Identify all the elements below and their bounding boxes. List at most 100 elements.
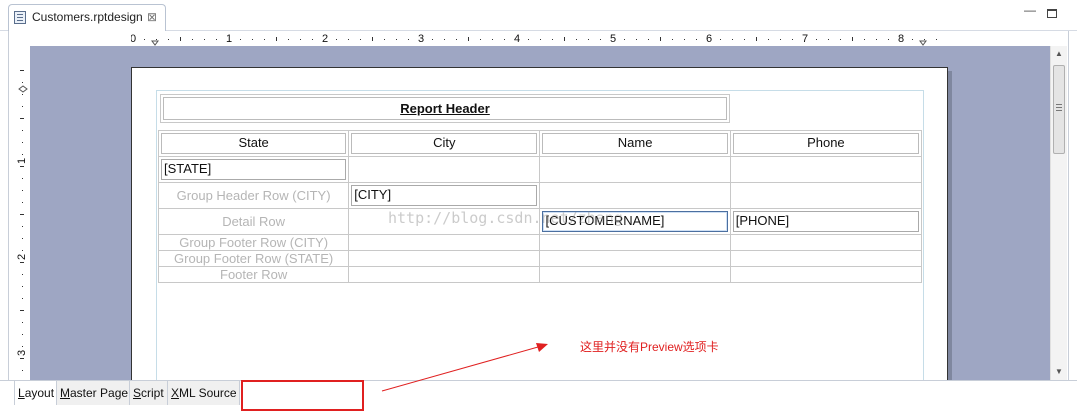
- annotation-arrow-icon: [381, 343, 548, 392]
- ruler-tick: [696, 39, 697, 40]
- table-cell[interactable]: [348, 266, 541, 283]
- ruler-tick: [372, 37, 373, 41]
- table-cell[interactable]: [729, 182, 923, 209]
- scroll-thumb[interactable]: [1053, 65, 1065, 154]
- scroll-down-arrow-icon[interactable]: ▼: [1051, 366, 1067, 378]
- report-header-grid[interactable]: Report Header: [160, 94, 730, 123]
- detail-row: Detail Row [CUSTOMERNAME] [PHONE]: [157, 208, 923, 235]
- report-header-cell[interactable]: Report Header: [160, 94, 730, 123]
- editor-tab-customers[interactable]: Customers.rptdesign ⊠: [8, 4, 166, 31]
- ruler-tick: [288, 39, 289, 40]
- ruler-tick: [744, 39, 745, 40]
- ruler-tick: [22, 250, 23, 251]
- ruler-tick: [240, 39, 241, 40]
- ruler-tick: [840, 39, 841, 40]
- group-footer-row-city: Group Footer Row (CITY): [157, 234, 923, 251]
- table-cell[interactable]: [539, 250, 731, 267]
- row-label-group-footer-city[interactable]: Group Footer Row (CITY): [157, 234, 350, 251]
- column-header-cell[interactable]: Name: [539, 130, 731, 157]
- group-header-row-city: Group Header Row (CITY) [CITY]: [157, 182, 923, 209]
- customername-field[interactable]: [CUSTOMERNAME]: [542, 211, 728, 232]
- ruler-tick: [300, 39, 301, 40]
- table-cell[interactable]: [729, 250, 923, 267]
- tab-layout[interactable]: Layout: [14, 381, 57, 405]
- vertical-scrollbar[interactable]: ▲ ▼: [1050, 46, 1067, 380]
- report-header-label[interactable]: Report Header: [163, 97, 727, 120]
- tab-script[interactable]: Script: [130, 381, 168, 405]
- ruler-tick: [22, 106, 23, 107]
- ruler-tick: [876, 39, 877, 40]
- ruler-tick: [552, 39, 553, 40]
- table-cell[interactable]: [348, 156, 541, 183]
- ruler-tick: [22, 274, 23, 275]
- table-cell[interactable]: [729, 234, 923, 251]
- maximize-button[interactable]: [1047, 9, 1057, 18]
- city-field[interactable]: [CITY]: [351, 185, 538, 206]
- margin-marker-icon[interactable]: [151, 40, 159, 46]
- table-cell[interactable]: [CITY]: [348, 182, 541, 209]
- ruler-tick: [732, 39, 733, 40]
- column-header-cell[interactable]: Phone: [729, 130, 923, 157]
- phone-field[interactable]: [PHONE]: [732, 211, 919, 232]
- ruler-tick: [540, 39, 541, 40]
- ruler-tick: [480, 39, 481, 40]
- ruler-tick: [20, 358, 24, 359]
- table-cell[interactable]: [539, 156, 731, 183]
- editor-tab-bar: Customers.rptdesign ⊠ —: [0, 0, 1077, 31]
- ruler-tick: [204, 39, 205, 40]
- ruler-tick: [22, 226, 23, 227]
- ruler-tick: [828, 39, 829, 40]
- ruler-tick: [312, 39, 313, 40]
- row-label-detail[interactable]: Detail Row: [157, 208, 350, 235]
- ruler-tick: [336, 39, 337, 40]
- table-cell[interactable]: [348, 208, 541, 235]
- row-label-group-footer-state[interactable]: Group Footer Row (STATE): [157, 250, 350, 267]
- ruler-tick: [936, 39, 937, 40]
- ruler-label: 1: [16, 158, 28, 164]
- close-icon[interactable]: ⊠: [147, 10, 157, 24]
- vertical-ruler: 1 2 3: [16, 46, 30, 380]
- state-field[interactable]: [STATE]: [161, 159, 347, 180]
- ruler-tick: [660, 37, 661, 41]
- tab-xml-source[interactable]: XML Source: [168, 381, 240, 405]
- table-cell[interactable]: [348, 250, 541, 267]
- table-cell[interactable]: [729, 156, 923, 183]
- table-cell[interactable]: [STATE]: [157, 156, 350, 183]
- table-cell[interactable]: [348, 234, 541, 251]
- column-header-city[interactable]: City: [351, 133, 538, 154]
- ruler-tick: [156, 39, 157, 40]
- editor-tab-label: Customers.rptdesign: [32, 10, 143, 24]
- table-cell[interactable]: [539, 182, 731, 209]
- row-label-footer[interactable]: Footer Row: [157, 266, 350, 283]
- table-header-row: State City Name Phone: [157, 130, 923, 157]
- scroll-up-arrow-icon[interactable]: ▲: [1051, 48, 1067, 60]
- table-cell[interactable]: [729, 266, 923, 283]
- ruler-tick: [216, 39, 217, 40]
- report-file-icon: [14, 11, 26, 24]
- margin-marker-icon[interactable]: [919, 40, 927, 46]
- ruler-tick: [384, 39, 385, 40]
- ruler-tick: [408, 39, 409, 40]
- ruler-tick: [22, 142, 23, 143]
- column-header-cell[interactable]: City: [348, 130, 541, 157]
- minimize-button[interactable]: —: [1024, 4, 1036, 18]
- ruler-label: 3: [418, 33, 424, 45]
- row-label-group-header-city[interactable]: Group Header Row (CITY): [157, 182, 350, 209]
- ruler-tick: [168, 39, 169, 40]
- annotation-note: 这里并没有Preview选项卡: [580, 340, 719, 354]
- report-table[interactable]: State City Name Phone [STATE] Group Head…: [157, 130, 923, 283]
- ruler-tick: [756, 37, 757, 41]
- table-cell[interactable]: [539, 266, 731, 283]
- column-header-name[interactable]: Name: [542, 133, 728, 154]
- group-footer-row-state: Group Footer Row (STATE): [157, 250, 923, 267]
- tab-master-page[interactable]: Master Page: [57, 381, 130, 405]
- ruler-tick: [20, 70, 24, 71]
- column-header-phone[interactable]: Phone: [732, 133, 919, 154]
- margin-marker-icon[interactable]: [18, 85, 28, 93]
- column-header-state[interactable]: State: [161, 133, 347, 154]
- table-cell[interactable]: [PHONE]: [729, 208, 923, 235]
- ruler-tick: [22, 82, 23, 83]
- column-header-cell[interactable]: State: [157, 130, 350, 157]
- table-cell[interactable]: [539, 234, 731, 251]
- table-cell[interactable]: [CUSTOMERNAME]: [539, 208, 731, 235]
